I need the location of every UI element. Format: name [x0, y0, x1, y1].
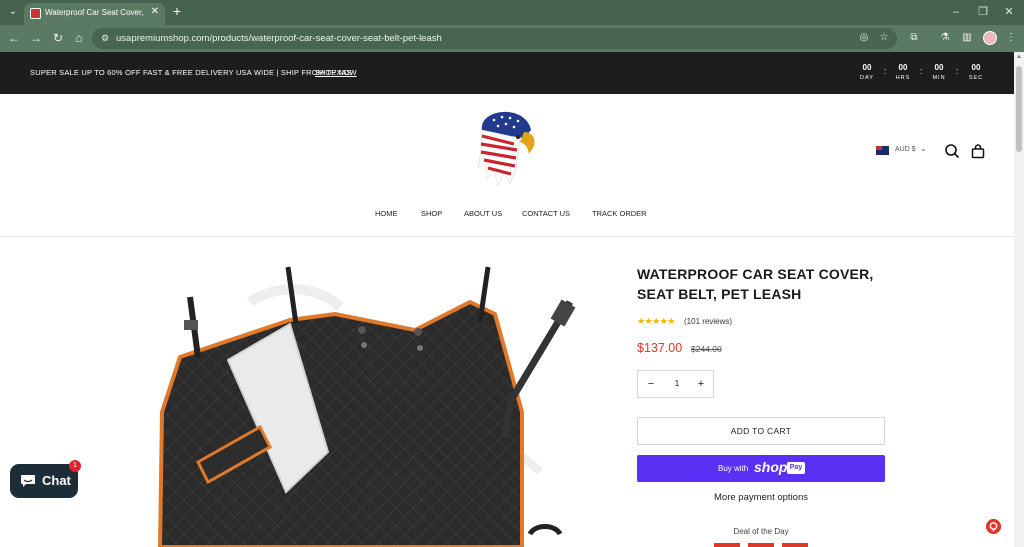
shop-pay-button[interactable]: Buy with shop Pay: [637, 455, 885, 482]
deal-of-the-day-heading: Deal of the Day: [733, 527, 789, 536]
currency-label: AUD $: [895, 146, 916, 153]
quantity-stepper: − 1 +: [637, 370, 714, 398]
address-bar[interactable]: ⚙ usapremiumshop.com/products/waterproof…: [92, 28, 897, 49]
review-count-link[interactable]: (101 reviews): [684, 317, 732, 326]
browser-toolbar: ← → ↻ ⌂ ⚙ usapremiumshop.com/products/wa…: [0, 25, 1024, 52]
chat-label: Chat: [42, 473, 71, 488]
restore-icon[interactable]: ❐: [974, 4, 992, 20]
flag-australia-icon: [876, 146, 889, 155]
nav-contact-us[interactable]: CONTACT US: [522, 209, 570, 218]
minimize-icon[interactable]: –: [947, 4, 965, 20]
chat-button[interactable]: Chat: [10, 464, 78, 498]
browser-menu-icon[interactable]: ⋮: [1004, 31, 1018, 45]
countdown-separator: :: [884, 66, 887, 76]
reload-icon[interactable]: ↻: [50, 30, 66, 46]
countdown-minutes: 00 MIN: [932, 63, 946, 81]
cart-icon[interactable]: [970, 143, 986, 159]
browser-tab-bar: ⌄ Waterproof Car Seat Cover, Se ✕ + – ❐ …: [0, 0, 1024, 25]
deal-timer-box: [748, 543, 774, 547]
compare-at-price: $244.00: [691, 344, 722, 354]
shop-pay-logo: shop: [754, 459, 788, 475]
buy-with-label: Buy with: [718, 464, 749, 473]
side-panel-icon[interactable]: ▥: [960, 31, 974, 45]
support-widget-icon[interactable]: [986, 519, 1001, 534]
more-payment-options-link[interactable]: More payment options: [637, 492, 885, 503]
nav-about-us[interactable]: ABOUT US: [464, 209, 502, 218]
forward-icon[interactable]: →: [28, 30, 44, 46]
chat-bubble-icon: [21, 475, 35, 487]
browser-tab[interactable]: Waterproof Car Seat Cover, Se ✕: [24, 3, 165, 25]
site-favicon-icon: [30, 8, 41, 19]
extensions-icon[interactable]: ⧉: [907, 31, 921, 45]
add-to-cart-button[interactable]: ADD TO CART: [637, 417, 885, 445]
rating-stars-icon[interactable]: ★★★★★: [637, 316, 675, 327]
profile-avatar[interactable]: [983, 31, 997, 45]
increase-quantity-button[interactable]: +: [694, 377, 708, 391]
countdown-days: 00 DAY: [860, 63, 874, 81]
search-icon[interactable]: [944, 143, 960, 159]
quantity-input[interactable]: 1: [672, 379, 682, 388]
product-title: WATERPROOF CAR SEAT COVER, SEAT BELT, PE…: [637, 266, 874, 302]
countdown-separator: :: [920, 66, 923, 76]
window-close-icon[interactable]: ✕: [1000, 4, 1018, 20]
nav-track-order[interactable]: TRACK ORDER: [592, 209, 647, 218]
main-navigation: HOME SHOP ABOUT US CONTACT US TRACK ORDE…: [0, 209, 1014, 221]
eye-off-icon[interactable]: ◎: [857, 31, 871, 45]
product-image[interactable]: [150, 262, 590, 547]
scroll-thumb[interactable]: [1016, 66, 1022, 152]
announcement-bar: SUPER SALE UP TO 60% OFF FAST & FREE DEL…: [0, 52, 1014, 94]
nav-home[interactable]: HOME: [375, 209, 398, 218]
tab-search-chevron-icon[interactable]: ⌄: [5, 4, 21, 20]
nav-shop[interactable]: SHOP: [421, 209, 442, 218]
announcement-text: SUPER SALE UP TO 60% OFF FAST & FREE DEL…: [30, 68, 352, 77]
tab-close-icon[interactable]: ✕: [151, 6, 159, 17]
header-divider: [0, 236, 1014, 237]
chat-notification-badge: 1: [69, 460, 81, 472]
countdown-separator: :: [956, 66, 959, 76]
deal-timer-box: [714, 543, 740, 547]
site-info-icon[interactable]: ⚙: [99, 32, 111, 44]
eagle-logo[interactable]: [474, 108, 540, 190]
url-text[interactable]: usapremiumshop.com/products/waterproof-c…: [116, 33, 442, 44]
countdown-seconds: 00 SEC: [968, 63, 984, 81]
countdown-hours: 00 HRS: [895, 63, 911, 81]
decrease-quantity-button[interactable]: −: [644, 377, 658, 391]
pay-badge: Pay: [787, 462, 805, 474]
bookmark-star-icon[interactable]: ☆: [877, 31, 891, 45]
labs-flask-icon[interactable]: ⚗: [938, 31, 952, 45]
back-icon[interactable]: ←: [6, 30, 22, 46]
page-scrollbar[interactable]: ▲: [1014, 52, 1024, 547]
deal-timer-box: [782, 543, 808, 547]
sale-price: $137.00: [637, 341, 683, 355]
scroll-up-arrow-icon[interactable]: ▲: [1015, 54, 1023, 60]
new-tab-icon[interactable]: +: [170, 3, 184, 19]
shop-now-link[interactable]: SHOP NOW: [315, 68, 357, 77]
chevron-down-icon: ⌄: [920, 144, 927, 153]
home-icon[interactable]: ⌂: [71, 30, 87, 46]
tab-title: Waterproof Car Seat Cover, Se: [45, 8, 143, 17]
